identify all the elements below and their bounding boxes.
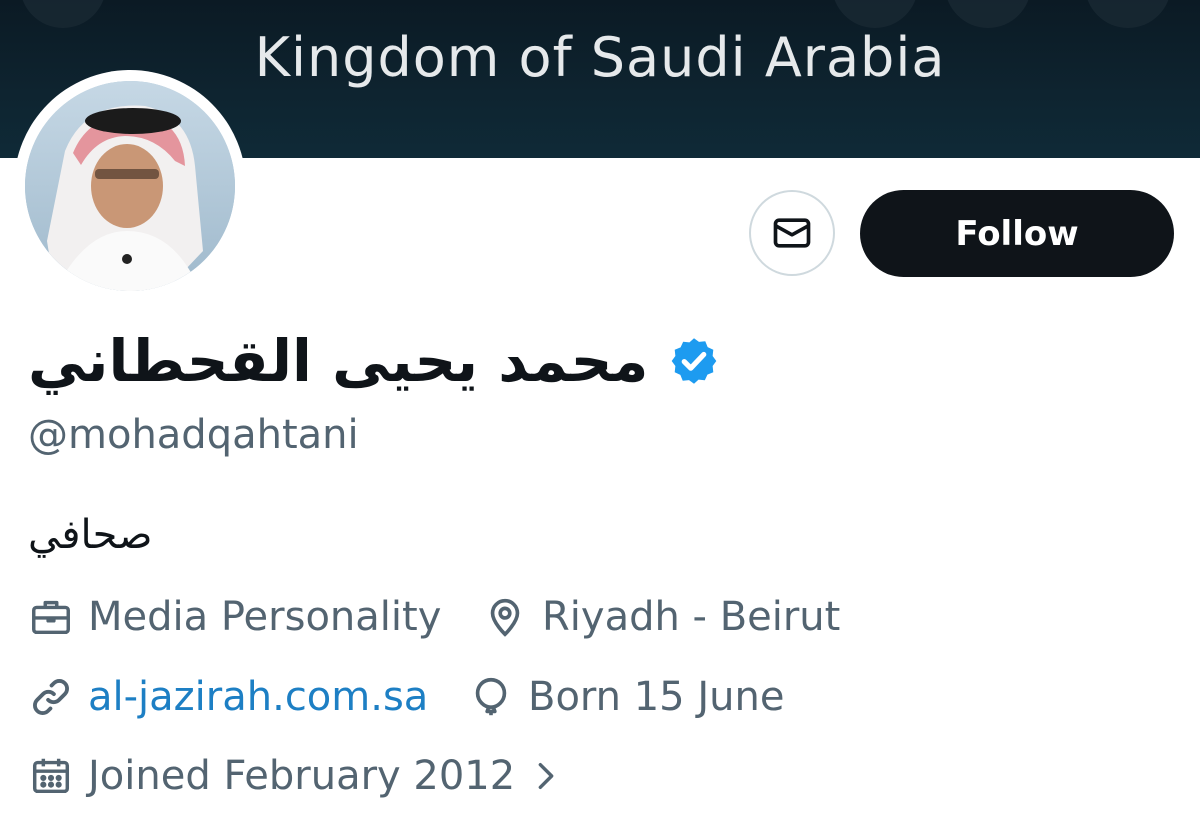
profile-birthday: Born 15 June xyxy=(468,670,784,724)
profile-joined[interactable]: Joined February 2012 xyxy=(28,749,563,803)
profile-website[interactable]: al-jazirah.com.sa xyxy=(28,670,428,724)
calendar-icon xyxy=(32,758,70,794)
balloon-icon xyxy=(475,677,507,716)
website-link[interactable]: al-jazirah.com.sa xyxy=(88,674,428,720)
name-row: محمد يحيى القحطاني xyxy=(28,318,720,404)
chevron-right-icon[interactable] xyxy=(529,756,563,796)
search-button[interactable] xyxy=(945,0,1031,28)
location-pin-icon xyxy=(490,598,520,637)
avatar[interactable] xyxy=(14,70,246,302)
birthday-label: Born 15 June xyxy=(528,674,785,720)
avatar-photo xyxy=(25,81,235,291)
briefcase-icon xyxy=(32,600,70,635)
back-button[interactable] xyxy=(20,0,106,28)
more-button[interactable] xyxy=(1085,0,1171,28)
category-label: Media Personality xyxy=(88,594,442,640)
joined-label: Joined February 2012 xyxy=(88,753,516,799)
banner-text: Kingdom of Saudi Arabia xyxy=(254,26,946,89)
follow-button[interactable]: Follow xyxy=(860,190,1174,277)
profile-category: Media Personality xyxy=(28,590,441,644)
bio-text: صحافي xyxy=(28,512,153,558)
message-button[interactable] xyxy=(749,190,835,276)
profile-location: Riyadh - Beirut xyxy=(482,590,840,644)
banner-action-button[interactable] xyxy=(832,0,918,28)
link-icon xyxy=(33,679,69,715)
user-handle: @mohadqahtani xyxy=(28,412,359,458)
verified-badge-icon[interactable] xyxy=(668,335,720,387)
location-label: Riyadh - Beirut xyxy=(542,594,841,640)
display-name: محمد يحيى القحطاني xyxy=(28,327,649,395)
mail-icon xyxy=(773,218,811,248)
